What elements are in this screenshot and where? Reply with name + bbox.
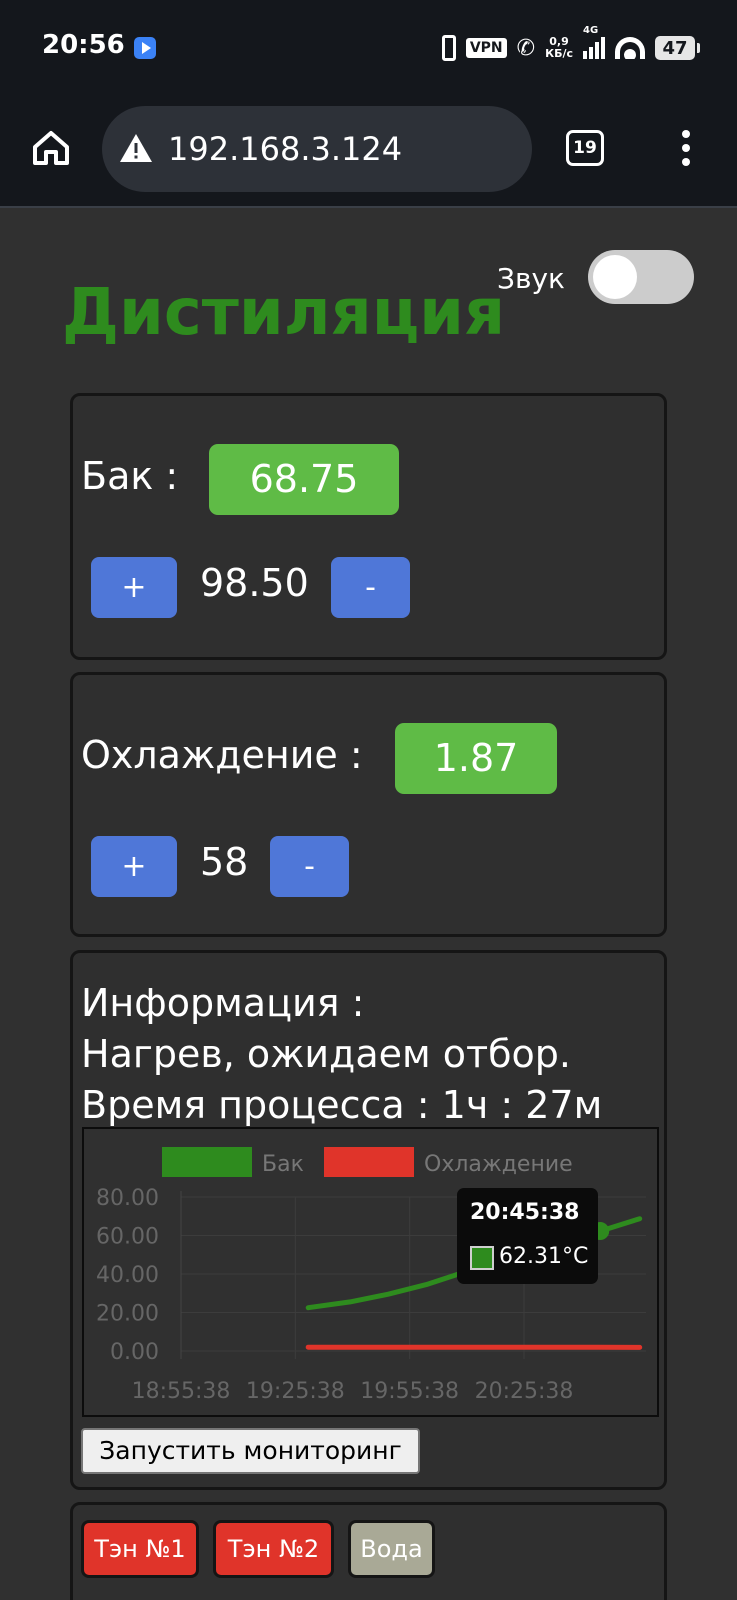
cell-signal-icon: 4G bbox=[583, 25, 605, 59]
more-menu-icon[interactable] bbox=[678, 130, 694, 166]
browser-toolbar: 192.168.3.124 19 bbox=[0, 96, 737, 208]
tank-temperature: 68.75 bbox=[209, 444, 399, 515]
warning-icon[interactable] bbox=[119, 133, 153, 163]
cooling-card: Охлаждение : 1.87 + 58 - bbox=[70, 672, 667, 937]
process-time: Время процесса : 1ч : 27м bbox=[81, 1083, 603, 1127]
x-tick-label: 19:25:38 bbox=[246, 1379, 345, 1404]
temperature-chart: Бак Охлаждение 80.00 60.00 40.00 20.00 0.00 18:… bbox=[82, 1127, 659, 1417]
legend-label-1: Охлаждение bbox=[424, 1152, 573, 1177]
tank-card: Бак : 68.75 + 98.50 - bbox=[70, 393, 667, 660]
page-title: Дистиляция bbox=[62, 276, 506, 350]
chart-tooltip: 20:45:38 62.31°C bbox=[457, 1188, 598, 1284]
network-speed-unit: КБ/с bbox=[545, 47, 573, 60]
network-type: 4G bbox=[583, 25, 599, 36]
water-button[interactable]: Вода bbox=[348, 1520, 435, 1578]
x-tick-label: 18:55:38 bbox=[132, 1379, 231, 1404]
tab-switcher-button[interactable]: 19 bbox=[566, 130, 604, 166]
info-status: Нагрев, ожидаем отбор. bbox=[81, 1032, 572, 1076]
status-bar: 20:56 VPN ✆ 0,9 КБ/с 4G 47 bbox=[0, 0, 737, 96]
tank-label: Бак : bbox=[81, 454, 179, 498]
home-icon[interactable] bbox=[32, 130, 70, 166]
tank-setpoint: 98.50 bbox=[200, 561, 309, 605]
media-play-icon bbox=[134, 37, 156, 59]
tooltip-swatch bbox=[470, 1246, 494, 1270]
x-tick-label: 20:25:38 bbox=[475, 1379, 574, 1404]
cooling-temperature: 1.87 bbox=[395, 723, 557, 794]
controls-card: Тэн №1 Тэн №2 Вода bbox=[70, 1502, 667, 1600]
y-tick-label: 0.00 bbox=[110, 1340, 159, 1365]
vibrate-icon bbox=[441, 35, 456, 61]
heater2-button[interactable]: Тэн №2 bbox=[213, 1520, 334, 1578]
heater1-button[interactable]: Тэн №1 bbox=[81, 1520, 199, 1578]
legend-swatch-1 bbox=[324, 1147, 414, 1177]
wifi-icon bbox=[615, 37, 645, 59]
start-monitoring-button[interactable]: Запустить мониторинг bbox=[81, 1428, 420, 1474]
tank-plus-button[interactable]: + bbox=[91, 557, 177, 618]
y-tick-label: 40.00 bbox=[96, 1263, 159, 1288]
legend-swatch-0 bbox=[162, 1147, 252, 1177]
y-tick-label: 60.00 bbox=[96, 1225, 159, 1250]
info-card: Информация : Нагрев, ожидаем отбор. Врем… bbox=[70, 950, 667, 1490]
vpn-icon: VPN bbox=[465, 38, 507, 58]
clock: 20:56 bbox=[42, 30, 125, 60]
tooltip-time: 20:45:38 bbox=[470, 1200, 580, 1225]
x-tick-label: 19:55:38 bbox=[360, 1379, 459, 1404]
tooltip-value: 62.31°C bbox=[499, 1244, 589, 1269]
cooling-minus-button[interactable]: - bbox=[270, 836, 349, 897]
sound-toggle[interactable] bbox=[588, 250, 694, 304]
network-speed: 0,9 КБ/с bbox=[545, 36, 573, 60]
legend-label-0: Бак bbox=[262, 1152, 304, 1177]
cooling-plus-button[interactable]: + bbox=[91, 836, 177, 897]
status-icons: VPN ✆ 0,9 КБ/с 4G 47 bbox=[441, 25, 700, 66]
y-tick-label: 20.00 bbox=[96, 1302, 159, 1327]
info-heading: Информация : bbox=[81, 981, 365, 1025]
url-text[interactable]: 192.168.3.124 bbox=[168, 130, 402, 168]
cooling-label: Охлаждение : bbox=[81, 733, 363, 777]
sound-label: Звук bbox=[497, 262, 565, 295]
tank-minus-button[interactable]: - bbox=[331, 557, 410, 618]
y-tick-label: 80.00 bbox=[96, 1186, 159, 1211]
address-bar[interactable]: 192.168.3.124 bbox=[102, 106, 532, 192]
battery-icon: 47 bbox=[655, 36, 700, 60]
cooling-setpoint: 58 bbox=[200, 840, 249, 884]
wifi-calling-icon: ✆ bbox=[516, 35, 536, 61]
